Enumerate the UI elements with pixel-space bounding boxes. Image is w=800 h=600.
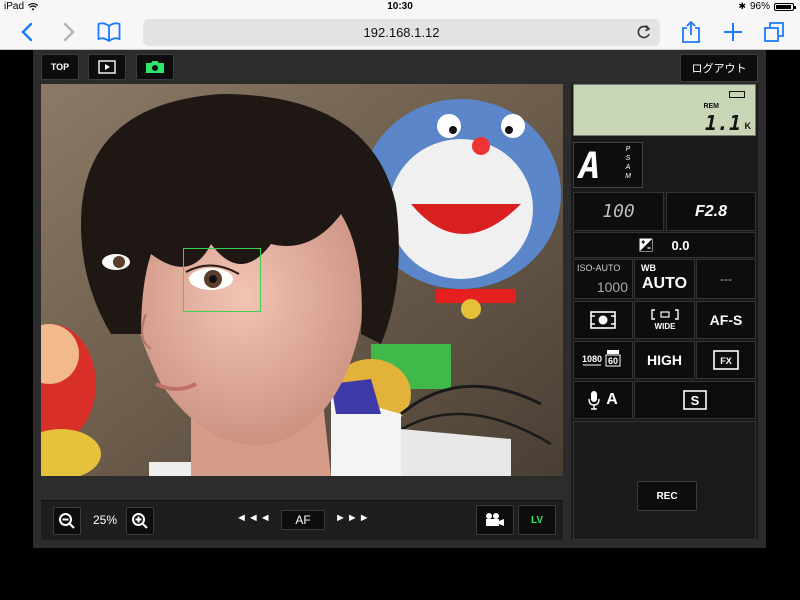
- microphone-mode: A: [606, 391, 618, 408]
- battery-percent: 96%: [749, 1, 770, 12]
- white-balance-setting[interactable]: WB AUTO: [634, 259, 695, 299]
- movie-quality-setting[interactable]: HIGH: [634, 341, 695, 379]
- camera-mode-button[interactable]: [136, 54, 174, 80]
- share-icon: [682, 20, 700, 43]
- movie-resolution: 1080: [582, 354, 602, 364]
- playback-button[interactable]: [88, 54, 126, 80]
- remaining-shots: 1.1: [704, 111, 741, 135]
- battery-fill: [776, 4, 792, 9]
- af-area-label: WIDE: [654, 322, 676, 331]
- playback-icon: [98, 60, 116, 74]
- browser-toolbar: 192.168.1.12: [0, 14, 800, 50]
- exposure-compensation-icon: [639, 238, 653, 252]
- movie-size-icon: 1080 60: [582, 350, 621, 367]
- lcd-battery-icon: [729, 91, 745, 98]
- record-button[interactable]: REC: [637, 481, 697, 511]
- image-area-setting[interactable]: FX: [696, 341, 756, 379]
- chevron-left-icon: [21, 22, 33, 42]
- chevron-right-icon: [63, 22, 75, 42]
- clock: 10:30: [387, 1, 413, 12]
- movie-camera-icon: [486, 513, 504, 526]
- af-button[interactable]: AF: [281, 510, 325, 530]
- url-text: 192.168.1.12: [363, 25, 440, 40]
- focus-near-button[interactable]: ◄◄◄: [236, 512, 272, 524]
- iso-label: ISO-AUTO: [577, 263, 621, 273]
- shutter-speed[interactable]: 100: [573, 192, 664, 231]
- wb-value: AUTO: [641, 275, 688, 292]
- af-mode-setting[interactable]: AF-S: [696, 301, 756, 339]
- focus-far-button[interactable]: ►►►: [335, 512, 371, 524]
- tabs-icon: [764, 22, 784, 42]
- address-bar[interactable]: 192.168.1.12: [143, 19, 660, 46]
- movie-fps: 60: [608, 356, 618, 366]
- live-view[interactable]: [41, 84, 563, 476]
- microphone-icon: [588, 391, 600, 410]
- new-tab-button[interactable]: [720, 19, 746, 45]
- reload-icon[interactable]: [636, 24, 652, 40]
- book-icon: [97, 22, 121, 42]
- top-button[interactable]: TOP: [41, 54, 79, 80]
- battery-icon: [774, 2, 796, 11]
- exposure-mode-options: P S A M: [621, 145, 635, 181]
- bottom-bar: 25% ◄◄◄ AF ►►► LV: [41, 500, 563, 540]
- zoom-in-button[interactable]: [126, 507, 154, 535]
- remaining-unit: K: [744, 121, 752, 131]
- matrix-metering-icon: [590, 311, 616, 329]
- wb-label: WB: [641, 263, 656, 273]
- mode-option: S: [625, 155, 631, 162]
- bluetooth-icon: ✱: [738, 1, 746, 11]
- movie-mode-button[interactable]: [476, 505, 514, 535]
- live-view-button[interactable]: LV: [518, 505, 556, 535]
- af-frame[interactable]: [183, 248, 261, 312]
- mode-option: P: [625, 146, 631, 153]
- logout-button[interactable]: ログアウト: [680, 54, 758, 82]
- fx-label: FX: [720, 356, 732, 366]
- control-lcd: REM 1.1 K: [573, 84, 756, 136]
- zoom-level: 25%: [92, 513, 118, 527]
- microphone-setting[interactable]: A: [573, 381, 633, 419]
- exposure-mode-current: A: [579, 146, 601, 187]
- movie-size-setting[interactable]: 1080 60: [573, 341, 633, 379]
- exposure-compensation-value: 0.0: [671, 237, 690, 253]
- af-area-setting[interactable]: WIDE: [634, 301, 695, 339]
- settings-panel: REM 1.1 K A P S A M 100 F2.8 0.0 ISO-AUT…: [571, 84, 758, 540]
- aperture[interactable]: F2.8: [666, 192, 756, 231]
- zoom-out-icon: [59, 513, 75, 529]
- bookmarks-button[interactable]: [96, 19, 122, 45]
- forward-button[interactable]: [56, 19, 82, 45]
- back-button[interactable]: [14, 19, 40, 45]
- wide-af-area-icon: WIDE: [650, 309, 679, 331]
- share-button[interactable]: [678, 19, 704, 45]
- s-mode-icon: S: [683, 390, 707, 410]
- zoom-in-icon: [132, 513, 148, 529]
- metering-setting[interactable]: [573, 301, 633, 339]
- plus-icon: [724, 23, 742, 41]
- exposure-compensation[interactable]: 0.0: [573, 232, 756, 258]
- rem-label: REM: [703, 103, 719, 110]
- camera-icon: [146, 61, 164, 73]
- zoom-out-button[interactable]: [53, 507, 81, 535]
- status-bar: iPad 10:30 ✱ 96%: [0, 0, 800, 14]
- iso-value: 1000: [596, 279, 628, 295]
- s-label: S: [691, 393, 700, 408]
- exposure-mode-selector[interactable]: A P S A M: [573, 142, 643, 188]
- tabs-button[interactable]: [761, 19, 787, 45]
- mode-option: A: [625, 164, 631, 171]
- fx-icon: FX: [713, 350, 739, 370]
- picture-control-setting[interactable]: ---: [696, 259, 756, 299]
- camera-remote-app: TOP ログアウト 25% ◄◄◄ AF ►►► LV REM 1.1 K A …: [33, 50, 766, 548]
- iso-setting[interactable]: ISO-AUTO 1000: [573, 259, 633, 299]
- mode-option: M: [625, 173, 631, 180]
- s-setting[interactable]: S: [634, 381, 756, 419]
- live-view-image: [41, 84, 563, 476]
